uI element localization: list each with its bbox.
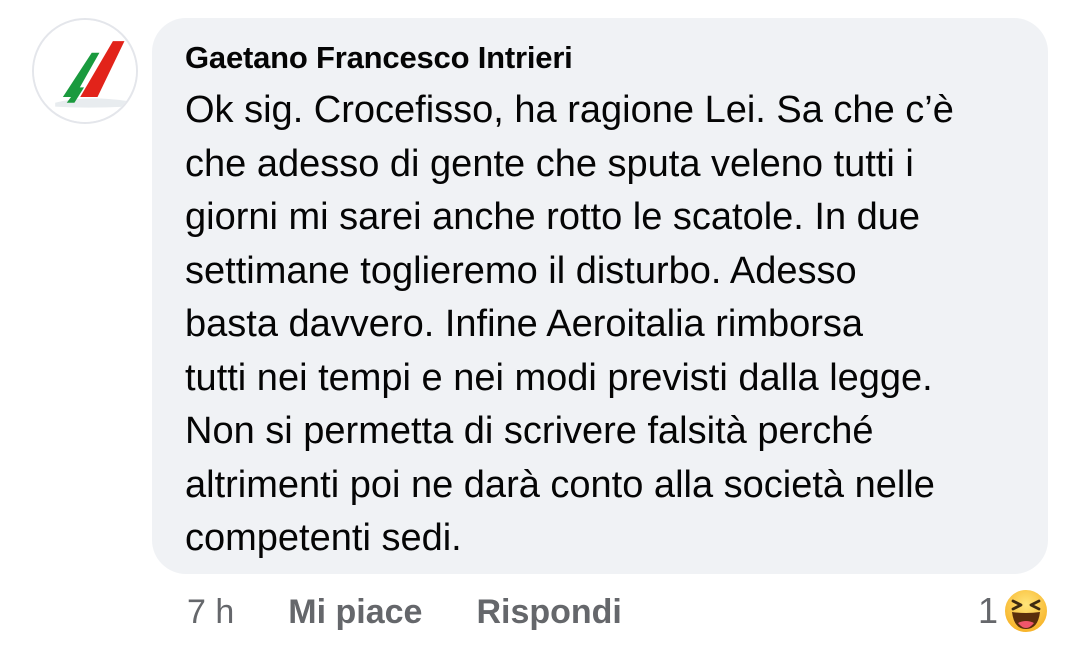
aeroitalia-logo-icon xyxy=(34,20,136,122)
reply-button[interactable]: Rispondi xyxy=(476,593,621,632)
comment-text-line: altrimenti poi ne darà conto alla societ… xyxy=(185,463,935,506)
comment-text-line: Non si permetta di scrivere falsità perc… xyxy=(185,410,874,452)
comment-container: Gaetano Francesco Intrieri Ok sig. Croce… xyxy=(0,0,1080,661)
comment-text-line: settimane toglieremo il disturbo. Adesso xyxy=(185,249,857,292)
comment-bubble: Gaetano Francesco Intrieri Ok sig. Croce… xyxy=(152,18,1048,574)
reaction-count: 1 xyxy=(977,590,998,631)
comment-text-line: basta davvero. Infine Aeroitalia rimbors… xyxy=(185,303,864,345)
like-button[interactable]: Mi piace xyxy=(288,593,422,632)
comment-text-line: Ok sig. Crocefisso, ha ragione Lei. Sa c… xyxy=(185,89,954,131)
comment-actions: 7 h Mi piace Rispondi xyxy=(187,588,622,636)
comment-text-line: competenti sedi. xyxy=(185,517,462,559)
comment-text: Ok sig. Crocefisso, ha ragione Lei. Sa c… xyxy=(185,84,1016,566)
comment-text-line: giorni mi sarei anche rotto le scatole. … xyxy=(185,196,921,238)
comment-text-line: tutti nei tempi e nei modi previsti dall… xyxy=(185,356,933,399)
avatar[interactable] xyxy=(32,18,138,124)
haha-emoji-icon xyxy=(1003,588,1049,634)
comment-timestamp[interactable]: 7 h xyxy=(187,593,234,632)
comment-text-line: che adesso di gente che sputa veleno tut… xyxy=(185,142,914,185)
reactions-summary[interactable]: 1 xyxy=(978,586,1050,636)
comment-author[interactable]: Gaetano Francesco Intrieri xyxy=(185,38,1016,78)
